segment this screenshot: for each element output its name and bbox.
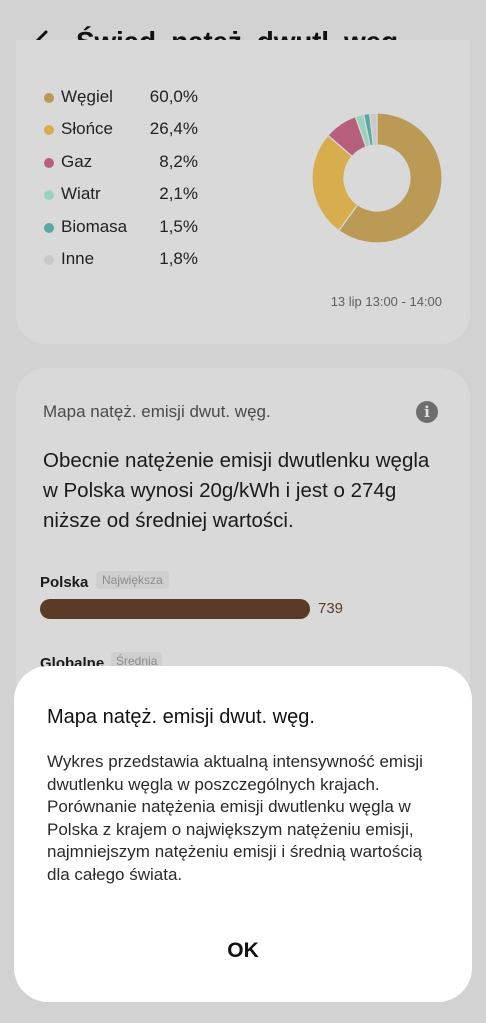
legend-item: Gaz 8,2% — [44, 149, 214, 181]
map-card-title: Mapa natęż. emisji dwut. węg. — [43, 402, 271, 421]
legend-name: Inne — [61, 248, 95, 268]
legend-name: Słońce — [61, 119, 113, 139]
legend-dot-icon — [44, 254, 54, 265]
legend-value: 2,1% — [159, 184, 198, 204]
legend-item: Wiatr 2,1% — [44, 181, 214, 213]
legend-item: Słońce 26,4% — [44, 116, 214, 148]
legend-name: Węgiel — [61, 87, 113, 106]
legend-value: 1,8% — [159, 248, 198, 268]
legend-name: Wiatr — [61, 184, 101, 204]
legend-dot-icon — [44, 93, 54, 103]
info-dialog: Mapa natęż. emisji dwut. węg. Wykres prz… — [14, 666, 472, 1002]
legend-name: Biomasa — [61, 216, 128, 236]
legend-dot-icon — [44, 222, 54, 233]
energy-legend: Węgiel 60,0% Słońce 26,4% Gaz 8,2% Wiatr 2,1% Bi… — [44, 84, 214, 278]
dialog-body: Wykres przedstawia aktualną intensywność… — [47, 752, 423, 884]
country-label: Polska — [40, 574, 89, 591]
legend-item: Biomasa 1,5% — [44, 214, 214, 246]
info-icon[interactable]: i — [416, 401, 438, 423]
dialog-title: Mapa natęż. emisji dwut. węg. — [47, 706, 315, 728]
legend-name: Gaz — [61, 151, 93, 171]
legend-value: 60,0% — [149, 87, 198, 106]
country-emission-bar — [40, 599, 310, 619]
legend-dot-icon — [44, 125, 54, 136]
chart-time-range: 13 lip 13:00 - 14:00 — [330, 294, 442, 309]
country-badge: Największa — [96, 571, 169, 589]
legend-value: 26,4% — [149, 119, 198, 139]
legend-dot-icon — [44, 190, 54, 201]
legend-item: Inne 1,8% — [44, 246, 214, 278]
legend-item: Węgiel 60,0% — [44, 84, 214, 116]
country-emission-value: 739 — [318, 600, 344, 617]
map-description: Obecnie natężenie emisji dwutlenku węgla… — [43, 449, 430, 532]
legend-value: 8,2% — [159, 151, 198, 171]
legend-dot-icon — [44, 157, 54, 168]
ok-button[interactable]: OK — [14, 926, 472, 976]
energy-donut-chart — [312, 113, 442, 243]
legend-value: 1,5% — [159, 216, 198, 236]
